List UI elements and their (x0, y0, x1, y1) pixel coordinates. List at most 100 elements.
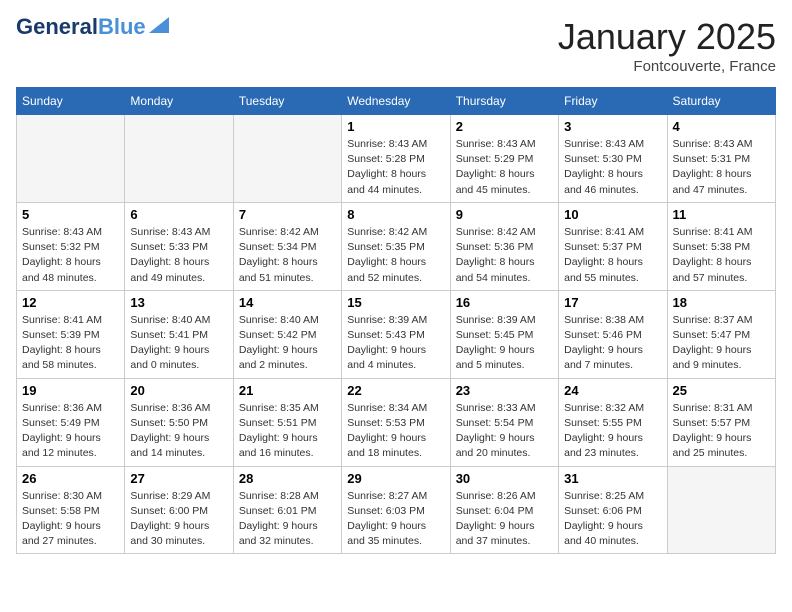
day-number: 14 (239, 295, 336, 310)
day-info: Sunrise: 8:28 AM Sunset: 6:01 PM Dayligh… (239, 489, 336, 550)
calendar-cell: 1 Sunrise: 8:43 AM Sunset: 5:28 PM Daylig… (342, 115, 450, 203)
day-info: Sunrise: 8:42 AM Sunset: 5:35 PM Dayligh… (347, 225, 444, 286)
calendar-cell: 29 Sunrise: 8:27 AM Sunset: 6:03 PM Dayli… (342, 466, 450, 554)
weekday-header: Thursday (450, 88, 558, 115)
calendar-cell: 30 Sunrise: 8:26 AM Sunset: 6:04 PM Dayli… (450, 466, 558, 554)
day-info: Sunrise: 8:39 AM Sunset: 5:43 PM Dayligh… (347, 313, 444, 374)
calendar-cell: 8 Sunrise: 8:42 AM Sunset: 5:35 PM Daylig… (342, 202, 450, 290)
calendar-cell: 27Sunrise: 8:29 AM Sunset: 6:00 PM Dayli… (125, 466, 233, 554)
day-number: 30 (456, 471, 553, 486)
week-row: 1 Sunrise: 8:43 AM Sunset: 5:28 PM Daylig… (17, 115, 776, 203)
day-number: 8 (347, 207, 444, 222)
calendar-cell: 24Sunrise: 8:32 AM Sunset: 5:55 PM Dayli… (559, 378, 667, 466)
day-number: 7 (239, 207, 336, 222)
weekday-header-row: SundayMondayTuesdayWednesdayThursdayFrid… (17, 88, 776, 115)
week-row: 26 Sunrise: 8:30 AM Sunset: 5:58 PM Dayli… (17, 466, 776, 554)
calendar-cell: 13 Sunrise: 8:40 AM Sunset: 5:41 PM Dayli… (125, 290, 233, 378)
logo-icon (149, 17, 169, 33)
day-info: Sunrise: 8:33 AM Sunset: 5:54 PM Dayligh… (456, 401, 553, 462)
calendar-cell: 22Sunrise: 8:34 AM Sunset: 5:53 PM Dayli… (342, 378, 450, 466)
day-number: 25 (673, 383, 770, 398)
day-info: Sunrise: 8:27 AM Sunset: 6:03 PM Dayligh… (347, 489, 444, 550)
day-number: 19 (22, 383, 119, 398)
calendar-cell: 19 Sunrise: 8:36 AM Sunset: 5:49 PM Dayli… (17, 378, 125, 466)
day-number: 26 (22, 471, 119, 486)
day-info: Sunrise: 8:26 AM Sunset: 6:04 PM Dayligh… (456, 489, 553, 550)
calendar-cell: 31 Sunrise: 8:25 AM Sunset: 6:06 PM Dayli… (559, 466, 667, 554)
week-row: 12Sunrise: 8:41 AM Sunset: 5:39 PM Dayli… (17, 290, 776, 378)
day-info: Sunrise: 8:36 AM Sunset: 5:49 PM Dayligh… (22, 401, 119, 462)
day-number: 17 (564, 295, 661, 310)
calendar-cell: 28 Sunrise: 8:28 AM Sunset: 6:01 PM Dayli… (233, 466, 341, 554)
day-number: 16 (456, 295, 553, 310)
day-number: 22 (347, 383, 444, 398)
day-number: 5 (22, 207, 119, 222)
day-info: Sunrise: 8:35 AM Sunset: 5:51 PM Dayligh… (239, 401, 336, 462)
day-info: Sunrise: 8:41 AM Sunset: 5:38 PM Dayligh… (673, 225, 770, 286)
day-number: 27 (130, 471, 227, 486)
day-info: Sunrise: 8:40 AM Sunset: 5:41 PM Dayligh… (130, 313, 227, 374)
day-number: 6 (130, 207, 227, 222)
calendar-cell: 7Sunrise: 8:42 AM Sunset: 5:34 PM Daylig… (233, 202, 341, 290)
day-number: 31 (564, 471, 661, 486)
day-info: Sunrise: 8:25 AM Sunset: 6:06 PM Dayligh… (564, 489, 661, 550)
day-number: 1 (347, 119, 444, 134)
day-number: 23 (456, 383, 553, 398)
day-info: Sunrise: 8:40 AM Sunset: 5:42 PM Dayligh… (239, 313, 336, 374)
calendar-cell: 6Sunrise: 8:43 AM Sunset: 5:33 PM Daylig… (125, 202, 233, 290)
weekday-header: Tuesday (233, 88, 341, 115)
calendar-cell (17, 115, 125, 203)
calendar-cell: 12Sunrise: 8:41 AM Sunset: 5:39 PM Dayli… (17, 290, 125, 378)
day-info: Sunrise: 8:37 AM Sunset: 5:47 PM Dayligh… (673, 313, 770, 374)
calendar-cell: 9Sunrise: 8:42 AM Sunset: 5:36 PM Daylig… (450, 202, 558, 290)
week-row: 19 Sunrise: 8:36 AM Sunset: 5:49 PM Dayli… (17, 378, 776, 466)
day-info: Sunrise: 8:30 AM Sunset: 5:58 PM Dayligh… (22, 489, 119, 550)
calendar-cell: 23 Sunrise: 8:33 AM Sunset: 5:54 PM Dayli… (450, 378, 558, 466)
day-info: Sunrise: 8:43 AM Sunset: 5:32 PM Dayligh… (22, 225, 119, 286)
day-info: Sunrise: 8:43 AM Sunset: 5:28 PM Dayligh… (347, 137, 444, 198)
calendar-cell (233, 115, 341, 203)
day-number: 13 (130, 295, 227, 310)
logo-text: GeneralBlue (16, 16, 146, 38)
weekday-header: Wednesday (342, 88, 450, 115)
day-number: 11 (673, 207, 770, 222)
weekday-header: Sunday (17, 88, 125, 115)
calendar-cell (125, 115, 233, 203)
weekday-header: Saturday (667, 88, 775, 115)
day-number: 18 (673, 295, 770, 310)
day-number: 24 (564, 383, 661, 398)
calendar-cell: 10Sunrise: 8:41 AM Sunset: 5:37 PM Dayli… (559, 202, 667, 290)
calendar-cell: 21 Sunrise: 8:35 AM Sunset: 5:51 PM Dayli… (233, 378, 341, 466)
day-info: Sunrise: 8:43 AM Sunset: 5:30 PM Dayligh… (564, 137, 661, 198)
day-info: Sunrise: 8:39 AM Sunset: 5:45 PM Dayligh… (456, 313, 553, 374)
month-title: January 2025 (558, 16, 776, 58)
calendar-cell: 18 Sunrise: 8:37 AM Sunset: 5:47 PM Dayli… (667, 290, 775, 378)
weekday-header: Monday (125, 88, 233, 115)
calendar-cell: 26 Sunrise: 8:30 AM Sunset: 5:58 PM Dayli… (17, 466, 125, 554)
calendar-cell: 17 Sunrise: 8:38 AM Sunset: 5:46 PM Dayli… (559, 290, 667, 378)
calendar-cell (667, 466, 775, 554)
day-number: 21 (239, 383, 336, 398)
day-info: Sunrise: 8:36 AM Sunset: 5:50 PM Dayligh… (130, 401, 227, 462)
calendar-cell: 2Sunrise: 8:43 AM Sunset: 5:29 PM Daylig… (450, 115, 558, 203)
logo: GeneralBlue (16, 16, 169, 38)
calendar-cell: 20Sunrise: 8:36 AM Sunset: 5:50 PM Dayli… (125, 378, 233, 466)
day-number: 12 (22, 295, 119, 310)
day-number: 4 (673, 119, 770, 134)
day-info: Sunrise: 8:43 AM Sunset: 5:29 PM Dayligh… (456, 137, 553, 198)
day-number: 29 (347, 471, 444, 486)
location: Fontcouverte, France (558, 58, 776, 75)
title-block: January 2025 Fontcouverte, France (558, 16, 776, 75)
calendar-cell: 4Sunrise: 8:43 AM Sunset: 5:31 PM Daylig… (667, 115, 775, 203)
day-number: 10 (564, 207, 661, 222)
calendar-cell: 15Sunrise: 8:39 AM Sunset: 5:43 PM Dayli… (342, 290, 450, 378)
calendar-cell: 25 Sunrise: 8:31 AM Sunset: 5:57 PM Dayli… (667, 378, 775, 466)
day-info: Sunrise: 8:38 AM Sunset: 5:46 PM Dayligh… (564, 313, 661, 374)
page-header: GeneralBlue January 2025 Fontcouverte, F… (16, 16, 776, 75)
calendar-cell: 3 Sunrise: 8:43 AM Sunset: 5:30 PM Daylig… (559, 115, 667, 203)
day-number: 3 (564, 119, 661, 134)
calendar-cell: 16 Sunrise: 8:39 AM Sunset: 5:45 PM Dayli… (450, 290, 558, 378)
day-number: 28 (239, 471, 336, 486)
day-info: Sunrise: 8:31 AM Sunset: 5:57 PM Dayligh… (673, 401, 770, 462)
calendar-cell: 11 Sunrise: 8:41 AM Sunset: 5:38 PM Dayli… (667, 202, 775, 290)
